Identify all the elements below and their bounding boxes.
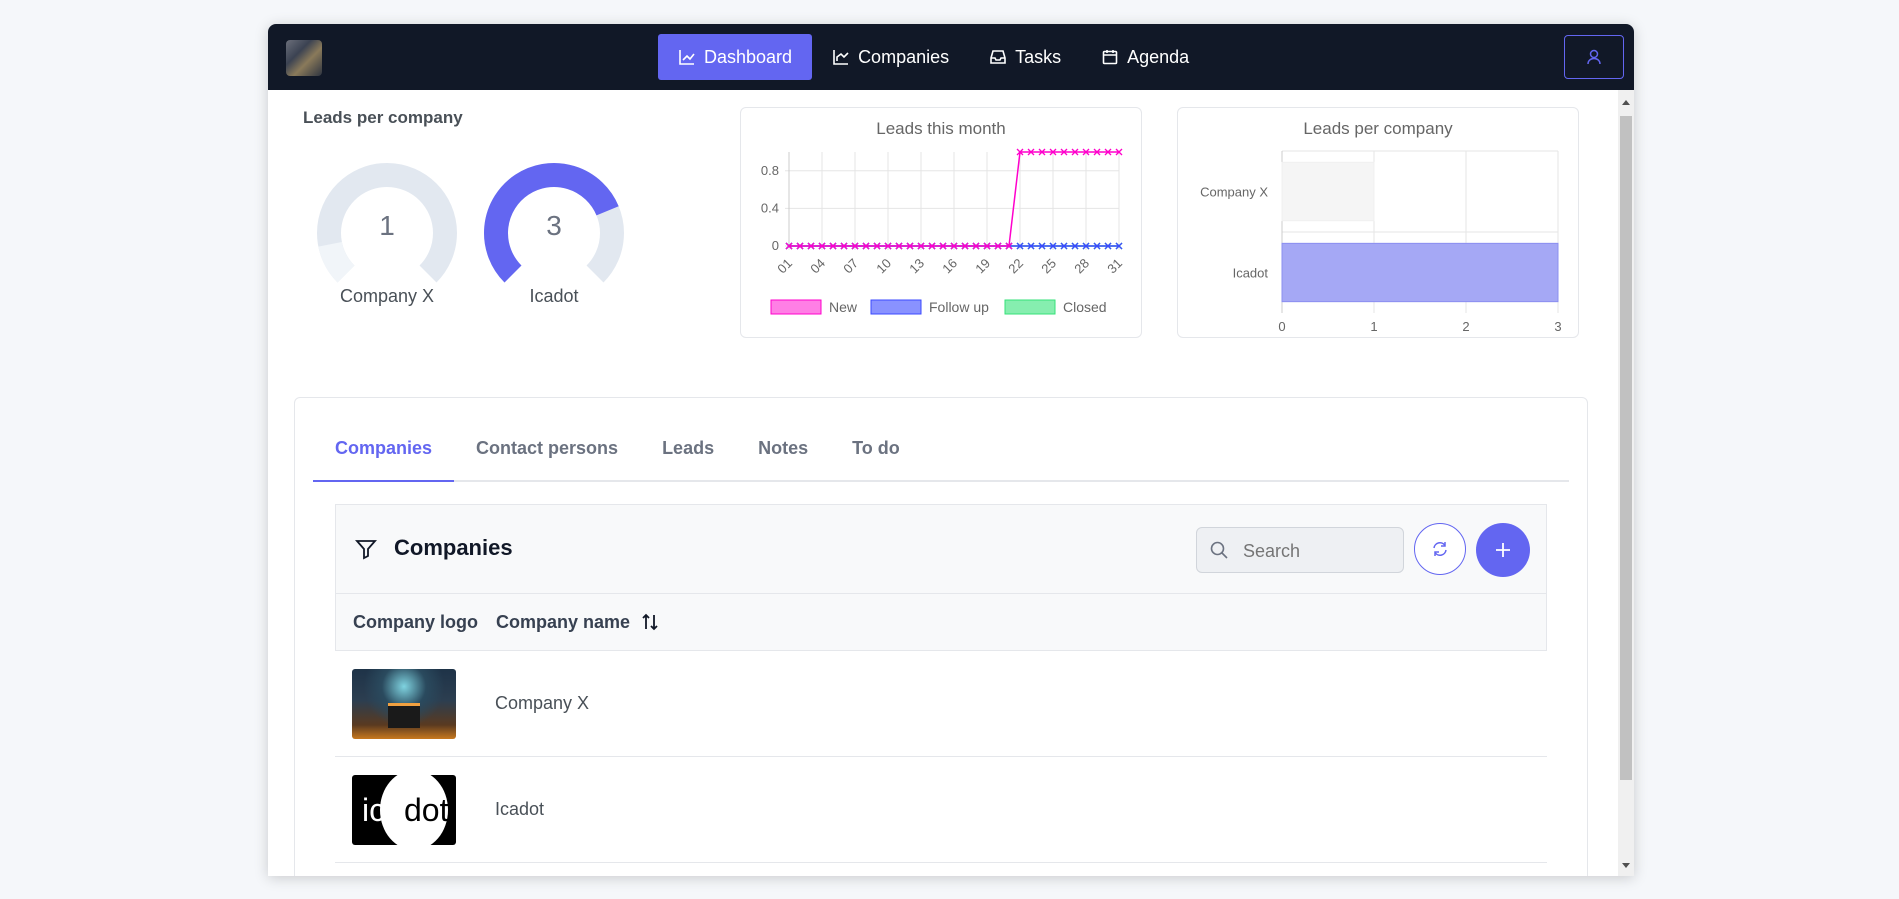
y-tick-label: 0.4 bbox=[761, 200, 779, 215]
logo-cell bbox=[335, 668, 495, 739]
refresh-icon bbox=[1433, 542, 1447, 556]
company-name: Icadot bbox=[495, 799, 545, 819]
gauge-label: Company X bbox=[339, 286, 435, 306]
calendar-icon bbox=[1102, 50, 1118, 65]
gauge-value: 3 bbox=[546, 210, 562, 241]
gauge-icadot: 3 Icadot bbox=[479, 158, 629, 307]
chart-title: Leads per company bbox=[1303, 119, 1453, 138]
brand-logo[interactable] bbox=[286, 40, 322, 76]
data-panel: Companies Contact persons Leads Notes To… bbox=[294, 397, 1588, 876]
leads-this-month-chart: Leads this month 0 0.4 0.8 01 04 07 10 13 16 19 22 2… bbox=[761, 119, 1125, 315]
filter-icon[interactable] bbox=[354, 537, 378, 561]
x-tick-label: 07 bbox=[840, 256, 861, 277]
legend-label: Closed bbox=[1063, 299, 1107, 315]
x-tick-label: 1 bbox=[1370, 319, 1377, 334]
nav-dashboard[interactable]: Dashboard bbox=[658, 34, 813, 80]
top-navbar: Dashboard Companies Tasks Agenda bbox=[268, 24, 1634, 90]
gauge-track-light bbox=[318, 241, 355, 283]
tab-bar: Companies Contact persons Leads Notes To… bbox=[313, 398, 1569, 482]
sort-icon[interactable] bbox=[640, 612, 660, 632]
scroll-up-arrow[interactable] bbox=[1622, 100, 1630, 105]
tab-notes[interactable]: Notes bbox=[736, 398, 830, 480]
chart-bar-icon bbox=[833, 50, 849, 65]
bar bbox=[1281, 242, 1559, 303]
nav-tasks-label: Tasks bbox=[1015, 46, 1062, 67]
company-x-logo bbox=[352, 668, 456, 739]
x-tick-label: 25 bbox=[1038, 256, 1059, 277]
companies-list: Companies Company logo Company bbox=[335, 504, 1547, 863]
tab-companies[interactable]: Companies bbox=[313, 398, 455, 482]
vertical-scrollbar[interactable] bbox=[1618, 90, 1634, 876]
list-title: Companies bbox=[394, 535, 513, 560]
leads-per-company-card: Leads per company 0 1 2 3 Company X Icadot bbox=[1177, 107, 1579, 338]
list-header: Companies bbox=[335, 504, 1547, 593]
scroll-thumb[interactable] bbox=[1620, 116, 1632, 780]
company-name: Company X bbox=[495, 693, 590, 713]
nav-tasks[interactable]: Tasks bbox=[969, 34, 1081, 80]
y-tick-label: Icadot bbox=[1233, 266, 1269, 281]
kpi-title: Leads per company bbox=[303, 108, 463, 127]
legend-swatch bbox=[1004, 299, 1056, 315]
x-tick-label: 22 bbox=[1005, 256, 1026, 277]
x-tick-label: 28 bbox=[1071, 256, 1092, 277]
table-row[interactable]: Company X bbox=[335, 651, 1547, 757]
tab-leads[interactable]: Leads bbox=[640, 398, 736, 480]
logo-cell: ica dot bbox=[335, 774, 495, 845]
nav-companies-label: Companies bbox=[858, 46, 950, 67]
x-tick-label: 10 bbox=[873, 256, 894, 277]
gauge-label: Icadot bbox=[529, 286, 579, 306]
legend-swatch bbox=[870, 299, 922, 315]
legend-label: New bbox=[829, 299, 858, 315]
app-window: Dashboard Companies Tasks Agenda Leads p… bbox=[268, 24, 1634, 876]
y-tick-label: 0 bbox=[772, 238, 779, 253]
tab-contact-persons[interactable]: Contact persons bbox=[454, 398, 640, 480]
nav-agenda[interactable]: Agenda bbox=[1081, 34, 1209, 80]
search-box[interactable] bbox=[1196, 527, 1404, 573]
x-tick-label: 01 bbox=[774, 256, 795, 277]
search-icon bbox=[1210, 541, 1228, 559]
refresh-button[interactable] bbox=[1414, 523, 1466, 575]
chart-line-icon bbox=[679, 50, 695, 65]
table-row[interactable]: ica dot Icadot bbox=[335, 757, 1547, 863]
legend-label: Follow up bbox=[929, 299, 989, 315]
gauge-company-x: 1 Company X bbox=[312, 158, 462, 307]
search-input[interactable] bbox=[1241, 540, 1395, 563]
add-company-button[interactable] bbox=[1476, 523, 1530, 577]
nav-companies[interactable]: Companies bbox=[812, 34, 969, 80]
inbox-icon bbox=[990, 50, 1006, 64]
x-tick-label: 3 bbox=[1554, 319, 1561, 334]
column-header-logo: Company logo bbox=[353, 611, 478, 632]
bar bbox=[1281, 161, 1375, 222]
legend-swatch bbox=[770, 299, 822, 315]
main-nav: Dashboard Companies Tasks Agenda bbox=[658, 34, 1209, 80]
x-tick-label: 16 bbox=[939, 256, 960, 277]
x-tick-label: 31 bbox=[1104, 256, 1125, 277]
x-tick-label: 2 bbox=[1462, 319, 1469, 334]
tab-to-do[interactable]: To do bbox=[830, 398, 922, 480]
x-tick-label: 13 bbox=[906, 256, 927, 277]
column-header-name[interactable]: Company name bbox=[496, 612, 660, 633]
user-icon bbox=[1587, 49, 1601, 65]
icadot-logo-text: ica bbox=[362, 792, 403, 828]
nav-agenda-label: Agenda bbox=[1127, 46, 1190, 67]
user-menu-button[interactable] bbox=[1564, 35, 1624, 79]
y-tick-label: Company X bbox=[1200, 185, 1268, 200]
y-tick-label: 0.8 bbox=[761, 163, 779, 178]
table-header: Company logo Company name bbox=[335, 593, 1547, 651]
leads-per-company-chart: Leads per company 0 1 2 3 Company X Icadot bbox=[1200, 119, 1562, 334]
icadot-logo: ica dot bbox=[352, 774, 456, 845]
gauge-value: 1 bbox=[379, 210, 395, 241]
leads-this-month-card: Leads this month 0 0.4 0.8 01 04 07 10 13 16 19 22 2… bbox=[740, 107, 1142, 338]
x-tick-label: 04 bbox=[807, 256, 828, 277]
column-header-name-label: Company name bbox=[496, 611, 631, 632]
plus-icon bbox=[1496, 543, 1510, 557]
icadot-logo-text: dot bbox=[404, 792, 449, 828]
x-tick-label: 0 bbox=[1278, 319, 1285, 334]
nav-dashboard-label: Dashboard bbox=[704, 46, 793, 67]
dashboard-content: Leads per company 1 Company X 3 Icadot L… bbox=[268, 90, 1618, 876]
x-tick-label: 19 bbox=[972, 256, 993, 277]
scroll-down-arrow[interactable] bbox=[1622, 863, 1630, 868]
icadot-logo-art: ica dot bbox=[362, 774, 449, 845]
chart-title: Leads this month bbox=[876, 119, 1005, 138]
